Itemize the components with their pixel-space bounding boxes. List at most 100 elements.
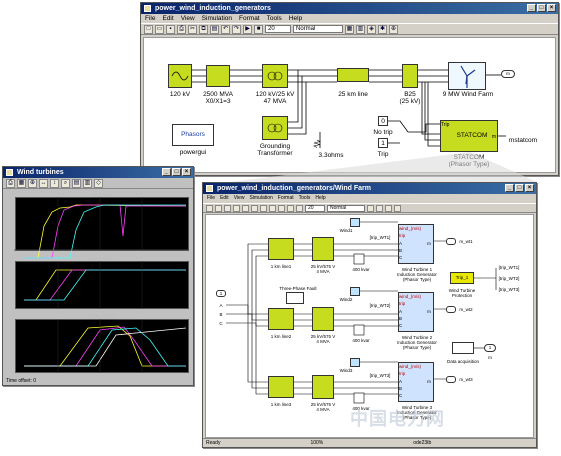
sub-simulation-mode-select[interactable]: Normal [327, 204, 365, 212]
scope-maximize-button[interactable]: □ [172, 168, 181, 176]
wind-farm-label: 9 MW Wind Farm [442, 91, 494, 98]
scope-print-icon[interactable]: ⎙ [6, 178, 15, 188]
cut-icon[interactable]: ✂ [188, 24, 197, 34]
scope-plot-power[interactable]: P(_3.(pu)) [15, 192, 189, 251]
sub-redo-icon[interactable] [278, 204, 285, 212]
sub-cut-icon[interactable] [242, 204, 249, 212]
sub-copy-icon[interactable] [251, 204, 258, 212]
sub-new-icon[interactable] [206, 204, 213, 212]
stop-time-input[interactable]: 20 [265, 25, 291, 33]
wind3-constant-block[interactable] [350, 358, 360, 367]
sub-menu-format[interactable]: Format [278, 194, 294, 203]
new-icon[interactable]: □ [144, 24, 153, 34]
menu-simulation[interactable]: Simulation [202, 14, 232, 23]
close-button[interactable]: × [547, 4, 556, 12]
sub-maximize-button[interactable]: □ [515, 184, 524, 192]
sub-open-icon[interactable] [215, 204, 222, 212]
sub-status-bar: Ready 100% ode23tb [203, 438, 536, 447]
stop-simulation-icon[interactable]: ■ [254, 24, 263, 34]
sub-minimize-button[interactable]: _ [505, 184, 514, 192]
sub-paste-icon[interactable] [260, 204, 267, 212]
out-port-1-label: 1 [488, 345, 492, 350]
sub-library-icon[interactable] [376, 204, 383, 212]
library-icon[interactable]: ▥ [356, 24, 365, 34]
line1-block[interactable] [268, 238, 294, 260]
menu-view[interactable]: View [181, 14, 195, 23]
scope-window: Wind turbines _ □ × ⎙ ▦ ⊕ ↔ ↕ ⌕ ▤ ▥ ◇ P(… [2, 166, 194, 386]
wt1-port-c: C [399, 255, 403, 260]
sub-stop-simulation-icon[interactable] [296, 204, 303, 212]
sub-start-simulation-icon[interactable] [287, 204, 294, 212]
menu-edit[interactable]: Edit [162, 14, 173, 23]
transformer3-label: 25 kV/575 V 4 MVA [310, 402, 336, 412]
scope-params-icon[interactable]: ▦ [17, 178, 26, 188]
scope-zoom-x-icon[interactable]: ↔ [39, 178, 48, 188]
sub-menu-file[interactable]: File [207, 194, 215, 203]
sub-menu-view[interactable]: View [234, 194, 245, 203]
out-m-wt1-port[interactable] [446, 238, 456, 245]
out-m-wt2-port[interactable] [446, 306, 456, 313]
out-port-m-label: m [488, 355, 492, 360]
paste-icon[interactable]: ▤ [210, 24, 219, 34]
line2-block[interactable] [268, 308, 294, 330]
sub-print-icon[interactable] [233, 204, 240, 212]
line3-block[interactable] [268, 376, 294, 398]
line-25km-block[interactable] [337, 68, 369, 82]
build-icon[interactable]: ▦ [345, 24, 354, 34]
transformer2-block[interactable] [312, 307, 334, 331]
scope-autoscale-icon[interactable]: ⌕ [61, 178, 70, 188]
sub-explorer-icon[interactable] [385, 204, 392, 212]
sub-menu-help[interactable]: Help [315, 194, 325, 203]
source-impedance-block[interactable] [206, 65, 230, 87]
start-simulation-icon[interactable]: ▶ [243, 24, 252, 34]
scope-zoom-y-icon[interactable]: ↕ [50, 178, 59, 188]
wind1-constant-block[interactable] [350, 218, 360, 227]
zoom-icon[interactable]: ⊕ [389, 24, 398, 34]
open-icon[interactable]: ▭ [155, 24, 164, 34]
sub-save-icon[interactable] [224, 204, 231, 212]
redo-icon[interactable]: ↷ [232, 24, 241, 34]
wt1-port-trip: trip [399, 233, 406, 238]
sub-undo-icon[interactable] [269, 204, 276, 212]
wind-farm-block[interactable] [448, 62, 486, 90]
sub-close-button[interactable]: × [525, 184, 534, 192]
menu-file[interactable]: File [145, 14, 155, 23]
wind2-constant-block[interactable] [350, 287, 360, 296]
model-explorer-icon[interactable]: ◈ [367, 24, 376, 34]
minimize-button[interactable]: _ [527, 4, 536, 12]
scope-float-icon[interactable]: ◇ [94, 178, 103, 188]
undo-icon[interactable]: ↶ [221, 24, 230, 34]
three-phase-fault-block[interactable] [286, 292, 304, 304]
menu-tools[interactable]: Tools [267, 14, 282, 23]
save-icon[interactable]: ▪ [166, 24, 175, 34]
sub-debug-icon[interactable] [394, 204, 401, 212]
scope-minimize-button[interactable]: _ [162, 168, 171, 176]
copy-icon[interactable]: ⧉ [199, 24, 208, 34]
print-icon[interactable]: ⎙ [177, 24, 186, 34]
sub-menu-tools[interactable]: Tools [299, 194, 311, 203]
out-m-wt3-port[interactable] [446, 376, 456, 383]
sub-menu-simulation[interactable]: Simulation [249, 194, 272, 203]
sub-build-icon[interactable] [367, 204, 374, 212]
scope-zoom-icon[interactable]: ⊕ [28, 178, 37, 188]
grounding-transformer-block[interactable] [262, 116, 288, 140]
voltage-source-block[interactable] [168, 64, 192, 88]
powergui-name-label: powergui [179, 149, 207, 156]
menu-format[interactable]: Format [239, 14, 260, 23]
scope-close-button[interactable]: × [182, 168, 191, 176]
bus-b25-block[interactable] [402, 64, 418, 88]
scope-plot-wind[interactable]: wind_ (m/s) [15, 256, 189, 309]
scope-plot-pitch[interactable]: pitch_ _(deg) [15, 314, 189, 373]
transformer3-block[interactable] [312, 375, 334, 399]
scope-restore-axes-icon[interactable]: ▥ [83, 178, 92, 188]
data-acquisition-block[interactable] [452, 342, 474, 354]
sub-stop-time-input[interactable]: 20 [305, 204, 325, 212]
transformer1-block[interactable] [312, 237, 334, 261]
main-transformer-block[interactable] [262, 64, 288, 88]
simulation-mode-select[interactable]: Normal [293, 25, 343, 33]
sub-menu-edit[interactable]: Edit [220, 194, 229, 203]
menu-help[interactable]: Help [289, 14, 302, 23]
maximize-button[interactable]: □ [537, 4, 546, 12]
scope-save-axes-icon[interactable]: ▤ [72, 178, 81, 188]
debug-icon[interactable]: ✱ [378, 24, 387, 34]
